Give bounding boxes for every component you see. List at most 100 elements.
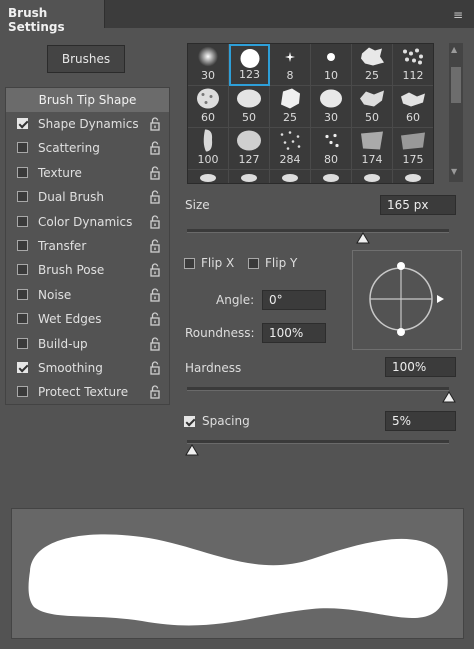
lock-icon[interactable]	[150, 117, 160, 131]
brush-option-checkbox[interactable]	[17, 142, 28, 154]
panel-tab-bar: Brush Settings ≡	[0, 0, 474, 34]
brush-preset[interactable]: 25	[352, 44, 393, 86]
spacing-input[interactable]: 5%	[385, 411, 456, 431]
brush-thumbnail	[236, 88, 262, 113]
brush-preset[interactable]: 127	[229, 128, 270, 170]
brush-option-label: Noise	[38, 287, 72, 302]
brush-preset[interactable]	[229, 170, 270, 183]
scroll-down-icon[interactable]: ▼	[451, 167, 457, 176]
brush-preset[interactable]: 100	[188, 128, 229, 170]
brush-option-checkbox[interactable]	[17, 215, 28, 227]
brush-preset[interactable]: 112	[393, 44, 433, 86]
roundness-handle-top	[397, 262, 405, 270]
flip-y-checkbox[interactable]	[248, 258, 259, 269]
brush-size-label: 112	[402, 69, 424, 82]
brush-option-checkbox[interactable]	[17, 264, 28, 276]
brushes-button[interactable]: Brushes	[47, 45, 125, 73]
hardness-input[interactable]: 100%	[385, 357, 456, 377]
hardness-slider-handle[interactable]	[442, 391, 456, 403]
lock-icon[interactable]	[150, 141, 160, 156]
tab-brush-settings[interactable]: Brush Settings	[0, 0, 105, 34]
brush-option-row[interactable]: Transfer	[6, 235, 169, 259]
brush-tip-shape-item[interactable]: Brush Tip Shape	[6, 88, 169, 112]
brush-option-row[interactable]: Dual Brush	[6, 186, 169, 210]
brush-thumbnail	[399, 130, 427, 155]
brush-preset[interactable]: 80	[311, 128, 352, 170]
brush-preset[interactable]	[270, 170, 311, 183]
lock-icon[interactable]	[150, 263, 160, 278]
brush-option-label: Brush Pose	[38, 263, 105, 278]
brush-option-checkbox[interactable]	[17, 313, 28, 325]
size-slider-track[interactable]	[187, 229, 449, 233]
brush-option-checkbox[interactable]	[17, 386, 28, 398]
brush-preset[interactable]: 10	[311, 44, 352, 86]
brush-option-row[interactable]: Color Dynamics	[6, 211, 169, 235]
lock-icon[interactable]	[150, 336, 160, 351]
brush-option-row[interactable]: Shape Dynamics	[6, 113, 169, 137]
lock-icon[interactable]	[150, 288, 160, 302]
brush-option-row[interactable]: Brush Pose	[6, 259, 169, 283]
brush-option-row[interactable]: Build-up	[6, 333, 169, 357]
lock-icon[interactable]	[150, 214, 160, 229]
brush-preset[interactable]	[352, 170, 393, 183]
brush-preset[interactable]: 50	[352, 86, 393, 128]
brush-preset[interactable]: 60	[393, 86, 433, 128]
brush-option-checkbox[interactable]	[17, 191, 28, 203]
brush-option-checkbox[interactable]	[17, 337, 28, 349]
brush-option-row[interactable]: Smoothing	[6, 357, 169, 381]
brush-preset[interactable]: 60	[188, 86, 229, 128]
brush-option-row[interactable]: Protect Texture	[6, 381, 169, 405]
brush-preset[interactable]	[393, 170, 433, 183]
size-slider-handle[interactable]	[355, 232, 370, 244]
spacing-checkbox[interactable]	[184, 416, 195, 427]
brush-preset[interactable]: 25	[270, 86, 311, 128]
brush-thumbnail	[319, 88, 343, 113]
hamburger-menu-icon[interactable]: ≡	[453, 8, 464, 22]
spacing-slider-track[interactable]	[187, 440, 449, 444]
brush-thumbnail	[359, 46, 385, 71]
spacing-slider-handle[interactable]	[185, 444, 200, 456]
brush-option-checkbox[interactable]	[17, 240, 28, 251]
brush-size-label: 8	[286, 69, 294, 82]
size-input[interactable]: 165 px	[380, 195, 456, 215]
brush-grid-scrollbar[interactable]: ▲ ▼	[449, 43, 463, 182]
hardness-slider-track[interactable]	[187, 387, 449, 391]
brush-option-checkbox[interactable]	[17, 288, 28, 300]
brush-option-checkbox[interactable]	[17, 166, 28, 178]
lock-icon[interactable]	[150, 312, 160, 326]
brush-option-row[interactable]: Texture	[6, 162, 169, 186]
brush-option-checkbox[interactable]	[17, 118, 28, 129]
brush-preset[interactable]: 284	[270, 128, 311, 170]
brush-preset[interactable]: 30	[188, 44, 229, 86]
brush-preset[interactable]: 8	[270, 44, 311, 86]
brush-option-row[interactable]: Wet Edges	[6, 308, 169, 332]
brush-preset[interactable]	[311, 170, 352, 183]
brush-option-label: Shape Dynamics	[38, 117, 139, 131]
scrollbar-thumb[interactable]	[451, 67, 461, 103]
brush-preset[interactable]: 30	[311, 86, 352, 128]
brush-preset[interactable]: 174	[352, 128, 393, 170]
angle-roundness-dial[interactable]	[352, 250, 462, 350]
brush-option-row[interactable]: Scattering	[6, 137, 169, 161]
lock-icon[interactable]	[150, 166, 160, 180]
brush-size-label: 30	[201, 69, 215, 82]
brush-stroke-preview	[11, 508, 464, 639]
brush-size-label: 30	[324, 111, 338, 124]
brush-preset[interactable]: 123	[229, 44, 270, 86]
brush-preset[interactable]	[188, 170, 229, 183]
brush-preset[interactable]: 50	[229, 86, 270, 128]
brush-preset[interactable]: 175	[393, 128, 433, 170]
lock-icon[interactable]	[150, 190, 160, 204]
roundness-label: Roundness:	[185, 326, 255, 340]
flip-x-checkbox[interactable]	[184, 258, 195, 269]
angle-input[interactable]: 0°	[262, 290, 326, 310]
flip-x-label: Flip X	[201, 256, 235, 270]
brush-option-row[interactable]: Noise	[6, 284, 169, 308]
scroll-up-icon[interactable]: ▲	[451, 45, 457, 54]
brush-thumbnail	[195, 87, 221, 114]
lock-icon[interactable]	[150, 361, 160, 375]
roundness-input[interactable]: 100%	[262, 323, 326, 343]
lock-icon[interactable]	[150, 385, 160, 400]
lock-icon[interactable]	[150, 239, 160, 253]
brush-option-checkbox[interactable]	[17, 362, 28, 373]
